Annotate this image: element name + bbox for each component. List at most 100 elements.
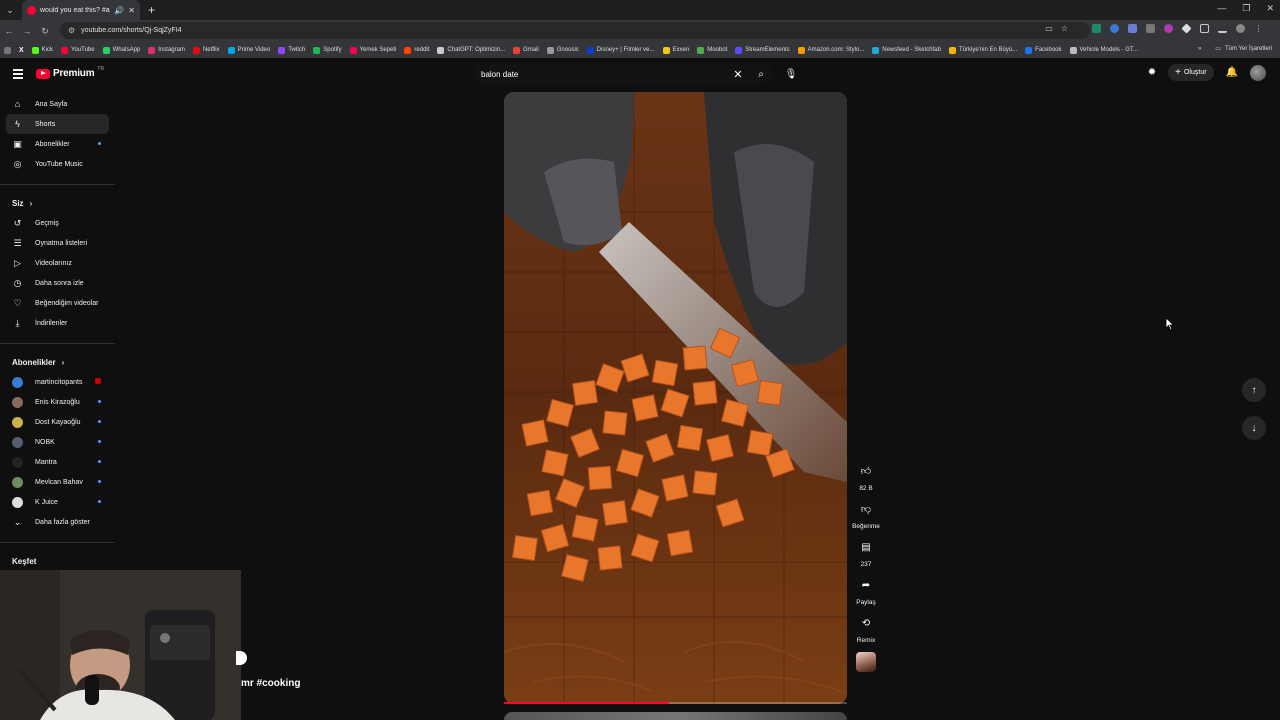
bookmark-item[interactable]: Amazon.com: Stylo... [797,46,864,54]
extension-icon[interactable] [1092,24,1101,33]
youtube-premium-logo[interactable]: Premium TR [36,66,104,79]
sidebar-item-mevlcan-bahav[interactable]: Mevlcan Bahav [0,472,109,492]
show-more-button[interactable]: ⌄ Daha fazla göster [0,512,109,532]
cast-icon[interactable]: ▭ [1045,24,1053,33]
account-avatar[interactable] [1250,64,1266,81]
bookmark-item[interactable]: reddit [404,46,429,54]
sidebar-item-martincitopants[interactable]: martincitopants [0,372,109,392]
comments-button[interactable]: ▤ 237 [855,536,877,569]
share-button[interactable]: ➦ Paylaş [855,574,877,607]
sidebar-item-nobk[interactable]: NOBK [0,432,109,452]
profile-icon[interactable] [1236,24,1245,33]
bookmark-item[interactable]: Spotify [313,46,342,54]
sidebar-item-enis-kirazo-lu[interactable]: Enis Kirazoğlu [0,392,109,412]
notifications-bell-icon[interactable]: 🔔 [1226,67,1238,78]
bookmark-label: Türkiye'nin En Büyü... [958,47,1018,53]
search-icon[interactable]: ⌕ [749,69,773,80]
tab-title: would you eat this? #asmr [40,6,110,14]
video-progress-bar[interactable] [504,702,847,704]
share-icon: ➦ [861,579,871,591]
sidebar-section-heading[interactable]: Abonelikler › [0,354,115,370]
sidebar-item-be-endi-im-videolar[interactable]: ♡ Beğendiğim videolar [0,293,109,313]
bookmark-item[interactable]: Instagram [148,46,185,54]
new-tab-button[interactable]: + [148,3,155,17]
previous-short-arrow-up-icon[interactable]: ↑ [1242,378,1266,402]
guide-menu-icon[interactable] [13,69,23,81]
next-short-arrow-down-icon[interactable]: ↓ [1242,416,1266,440]
bookmark-item[interactable]: Yemek Sepeti [349,46,396,54]
bookmark-item[interactable]: Disney+ | Filmler ve... [586,46,655,54]
bookmark-item[interactable]: Moobot [697,46,727,54]
voice-search-icon[interactable]: 🎙 [781,64,801,84]
bookmark-item[interactable]: Netflix [192,46,220,54]
dislike-button[interactable]: 👎︎ Beğenme [852,498,880,531]
bookmark-item[interactable]: WhatsApp [102,46,140,54]
extension-icon[interactable] [1110,24,1119,33]
search-box[interactable]: balon date ✕ ⌕ [473,64,773,84]
restore-icon[interactable]: ❐ [1242,3,1250,14]
bookmark-item[interactable]: Prime Video [227,46,270,54]
forward-icon[interactable]: → [18,26,36,36]
create-button[interactable]: + Oluştur [1168,64,1214,81]
sidebar-item-daha-sonra-izle[interactable]: ◷ Daha sonra izle [0,273,109,293]
sidebar-item-ana-sayfa[interactable]: ⌂ Ana Sayfa [0,94,109,114]
sidebar-item-oynatma-listeleri[interactable]: ☰ Oynatma listeleri [0,233,109,253]
bookmark-item[interactable]: Exxen [662,46,689,54]
gear-sparkle-icon[interactable]: ✹ [1148,67,1156,78]
search-input[interactable]: balon date [481,70,727,79]
folder-icon: ▭ [1215,46,1221,52]
bookmark-item[interactable]: Gmail [513,46,539,54]
audio-source-thumbnail[interactable] [856,652,876,672]
sidebar-item-videolar-n-z[interactable]: ▷ Videolarınız [0,253,109,273]
sidebar-item-dost-kayao-lu[interactable]: Dost Kayaoğlu [0,412,109,432]
sidebar-item-mantra[interactable]: Mantra [0,452,109,472]
extension-icon[interactable] [1181,23,1192,34]
downloads-icon[interactable] [1218,24,1227,33]
reload-icon[interactable]: ↻ [36,26,54,37]
all-bookmarks-button[interactable]: » ▭ Tüm Yer İşaretleri [1189,45,1272,52]
site-info-icon[interactable]: ⚙ [68,26,75,35]
bookmark-label: Disney+ | Filmler ve... [596,47,655,53]
bookmark-item[interactable]: Gnoosic [546,46,579,54]
bookmark-item[interactable]: ChatGPT: Optimizin... [437,46,505,54]
bookmark-item[interactable]: Kick [31,46,53,54]
back-icon[interactable]: ← [0,26,18,36]
clear-search-icon[interactable]: ✕ [727,68,749,81]
bookmark-favicon-icon [1069,46,1077,54]
sidebar-section-heading[interactable]: Siz › [0,195,115,211]
apps-icon[interactable] [4,46,11,54]
bookmark-item[interactable]: Vehicle Models - GT... [1069,46,1138,54]
window-close-icon[interactable]: ✕ [1266,3,1274,14]
bookmark-favicon-icon [586,46,594,54]
remix-button[interactable]: ⟲ Remix [855,612,877,645]
chrome-menu-icon[interactable]: ⋮ [1254,24,1263,33]
sidebar-item-k-juice[interactable]: K Juice [0,492,109,512]
tab-search-icon[interactable]: ⌄ [0,0,20,20]
audio-playing-icon[interactable]: 🔊 [114,6,124,15]
bookmark-item[interactable]: Türkiye'nin En Büyü... [948,46,1018,54]
bookmark-item[interactable]: Twitch [278,46,305,54]
extensions-puzzle-icon[interactable] [1200,24,1209,33]
sidebar-item-abonelikler[interactable]: ▣ Abonelikler [0,134,109,154]
x-bookmark-icon[interactable]: X [19,47,24,54]
bookmark-item[interactable]: StreamElements [735,46,790,54]
bookmark-item[interactable]: Facebook [1025,46,1062,54]
sidebar-item-ge-mi-[interactable]: ↺ Geçmiş [0,213,109,233]
extension-icon[interactable] [1164,24,1173,33]
short-video-player[interactable] [504,92,847,704]
sidebar-section-heading[interactable]: Keşfet [0,553,115,569]
close-tab-icon[interactable]: ✕ [128,6,135,15]
bookmark-star-icon[interactable]: ☆ [1061,24,1068,33]
extension-icon[interactable] [1128,24,1137,33]
extension-icon[interactable] [1146,24,1155,33]
sidebar-item-youtube-music[interactable]: ◎ YouTube Music [0,154,109,174]
address-bar[interactable]: ⚙ youtube.com/shorts/Qj-SqjZyFI4 [60,22,1090,39]
like-button[interactable]: 👍︎ 82 B [855,460,877,493]
bookmark-item[interactable]: YouTube [61,46,95,54]
bookmark-item[interactable]: Newsfeed - Sketchfab [872,46,941,54]
browser-tab-active[interactable]: would you eat this? #asmr 🔊 ✕ [22,0,140,20]
sidebar-item-i-ndirilenler[interactable]: ⤓ İndirilenler [0,313,109,333]
minimize-icon[interactable]: — [1217,3,1226,14]
next-short-preview[interactable] [504,712,847,720]
sidebar-item-shorts[interactable]: ϟ Shorts [6,114,109,134]
